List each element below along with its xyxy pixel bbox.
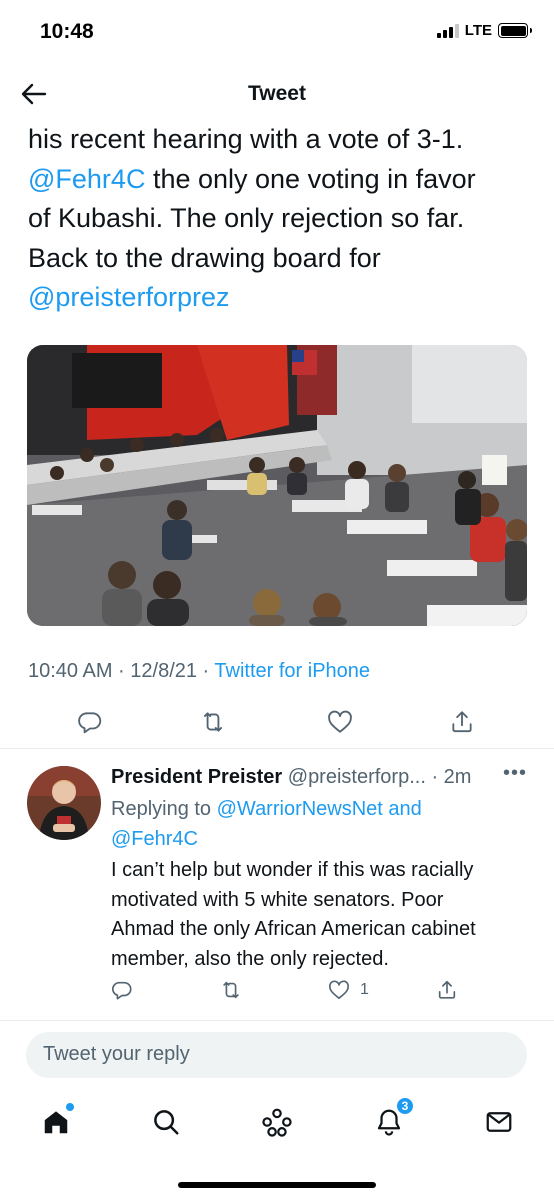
page-title: Tweet — [248, 82, 306, 105]
battery-icon — [498, 23, 532, 38]
mention-link[interactable]: @Fehr4C — [28, 164, 145, 194]
status-indicators: LTE — [436, 22, 532, 39]
search-icon[interactable] — [148, 1104, 184, 1140]
reply-text-line: member, also the only rejected. — [111, 947, 389, 970]
cellular-signal-icon — [436, 23, 459, 38]
reply-header: President Preister @preisterforp... · 2m — [111, 766, 531, 789]
share-icon[interactable] — [446, 706, 478, 738]
avatar[interactable] — [27, 766, 101, 840]
messages-icon[interactable] — [481, 1104, 517, 1140]
network-label: LTE — [464, 22, 492, 39]
tweet-photo[interactable] — [27, 345, 527, 626]
mention-and[interactable]: and — [383, 798, 421, 820]
tweet-text-segment: the only one voting in favor — [145, 163, 476, 194]
retweet-icon[interactable] — [219, 976, 243, 1004]
like-count: 1 — [360, 981, 369, 998]
home-indicator — [178, 1182, 376, 1188]
spaces-icon[interactable] — [259, 1104, 295, 1140]
divider — [0, 748, 554, 749]
retweet-icon[interactable] — [197, 706, 229, 738]
tweet-text-segment: his recent hearing with a vote of 3-1. — [28, 124, 464, 154]
reply-icon[interactable] — [111, 976, 133, 1004]
status-bar: 10:48 LTE — [0, 0, 554, 64]
replying-prefix: Replying to — [111, 798, 217, 820]
home-unread-dot — [66, 1103, 74, 1111]
tweet-text-line: @preisterforprez — [28, 278, 528, 318]
reply-tweet[interactable]: President Preister @preisterforp... · 2m… — [0, 752, 554, 1018]
tweet-source-link[interactable]: Twitter for iPhone — [214, 660, 370, 682]
mention-link[interactable]: @WarriorNewsNet — [217, 798, 383, 820]
reply-time: · 2m — [425, 766, 472, 788]
reply-text: I can’t help but wonder if this was raci… — [111, 856, 531, 974]
reply-text-line: Ahmad the only African American cabinet — [111, 918, 476, 940]
replying-to: Replying to @WarriorNewsNet and @Fehr4C — [111, 794, 531, 854]
reply-author-handle: @preisterforp... — [282, 766, 426, 788]
notifications-icon[interactable]: 3 — [371, 1096, 415, 1140]
reply-action-bar: 1 — [0, 974, 554, 1008]
nav-header: Tweet — [0, 64, 554, 124]
tweet-text-line: @Fehr4C the only one voting in favor — [28, 160, 528, 200]
reply-input[interactable]: Tweet your reply — [26, 1032, 527, 1078]
tweet-timestamp: 10:40 AM · 12/8/21 · — [28, 660, 215, 682]
reply-icon[interactable] — [74, 706, 106, 738]
status-time: 10:48 — [40, 20, 94, 43]
tweet-action-bar — [0, 700, 554, 744]
tweet-text-line: Back to the drawing board for — [28, 239, 528, 279]
tweet-text-segment: Back to the drawing board for — [28, 242, 381, 273]
tweet-text-line: his recent hearing with a vote of 3-1. — [28, 120, 528, 160]
more-icon[interactable]: ••• — [503, 762, 527, 785]
mention-link[interactable]: @preisterforprez — [28, 282, 229, 312]
like-icon — [329, 980, 349, 999]
mention-link[interactable]: @Fehr4C — [111, 828, 198, 850]
tweet-text-line: of Kubashi. The only rejection so far. — [28, 199, 528, 239]
bottom-tab-bar: 3 — [0, 1090, 554, 1154]
like-icon[interactable] — [324, 706, 356, 738]
tweet-text-segment: of Kubashi. The only rejection so far. — [28, 203, 465, 233]
reply-text-line: motivated with 5 white senators. Poor — [111, 888, 444, 911]
like-button[interactable]: 1 — [328, 976, 369, 1004]
tweet-meta: 10:40 AM · 12/8/21 · Twitter for iPhone — [28, 660, 370, 683]
share-icon[interactable] — [436, 976, 458, 1004]
tweet-text: his recent hearing with a vote of 3-1. @F… — [28, 120, 528, 318]
reply-text-line: I can’t help but wonder if this was raci… — [111, 859, 474, 881]
notifications-badge: 3 — [395, 1096, 415, 1116]
home-icon[interactable] — [38, 1103, 74, 1140]
divider — [0, 1020, 554, 1021]
reply-author-name[interactable]: President Preister — [111, 766, 282, 788]
